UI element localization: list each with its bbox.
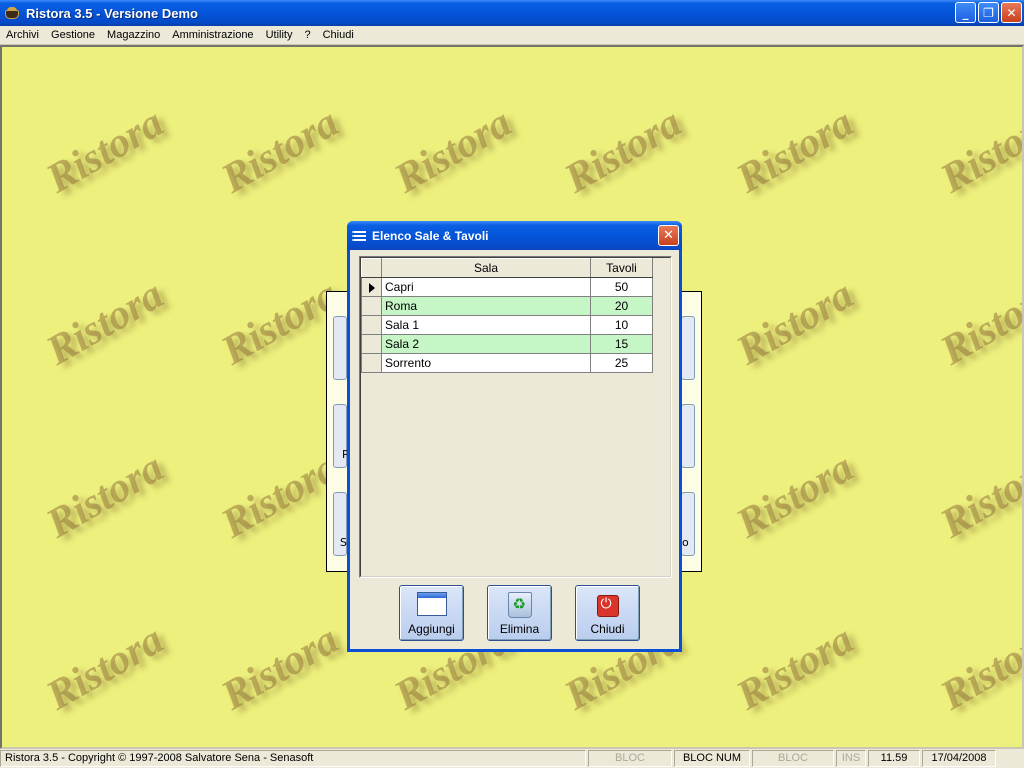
close-window-button[interactable]: ✕ (1001, 2, 1022, 23)
ristora-watermark: Ristora (213, 99, 347, 203)
menu-amministrazione[interactable]: Amministrazione (166, 29, 259, 41)
dialog-title-bar[interactable]: Elenco Sale & Tavoli ✕ (347, 221, 682, 250)
status-scroll-lock: BLOC SCORR (752, 750, 834, 768)
ristora-watermark: Ristora (932, 271, 1024, 375)
dialog-close-button[interactable]: ✕ (658, 225, 679, 246)
status-insert: INS (836, 750, 866, 767)
restore-button[interactable]: ❐ (978, 2, 999, 23)
app-icon[interactable] (4, 6, 20, 20)
background-tile-label: S (340, 536, 347, 549)
ristora-watermark: Ristora (932, 616, 1024, 720)
cell-tavoli[interactable]: 25 (590, 353, 653, 373)
status-caps-lock: BLOC MAIUSC (588, 750, 672, 768)
background-tile: S (333, 492, 347, 556)
ristora-watermark: Ristora (38, 444, 172, 548)
aggiungi-button[interactable]: Aggiungi (399, 585, 464, 641)
ristora-watermark: Ristora (728, 99, 862, 203)
window-title: Ristora 3.5 - Versione Demo (26, 5, 198, 21)
menu-utility[interactable]: Utility (260, 29, 299, 41)
table-row[interactable]: Capri 50 (361, 277, 653, 297)
row-indicator-header (361, 258, 382, 278)
cell-sala[interactable]: Sorrento (381, 353, 591, 373)
ristora-watermark: Ristora (728, 271, 862, 375)
sale-table: Sala Tavoli Capri 50 Roma 20 Sala 1 10 S… (361, 258, 653, 373)
dialog-title: Elenco Sale & Tavoli (372, 228, 489, 243)
status-bar: Ristora 3.5 - Copyright © 1997-2008 Salv… (0, 749, 1024, 768)
row-pointer-icon (368, 282, 375, 293)
menu-gestione[interactable]: Gestione (45, 29, 101, 41)
ristora-watermark: Ristora (38, 271, 172, 375)
title-bar: Ristora 3.5 - Versione Demo _ ❐ ✕ (0, 0, 1024, 26)
table-row[interactable]: Roma 20 (361, 296, 653, 316)
minimize-button[interactable]: _ (955, 2, 976, 23)
status-date: 17/04/2008 (922, 750, 996, 767)
row-indicator (361, 353, 382, 373)
cell-sala[interactable]: Sala 1 (381, 315, 591, 335)
background-tile (681, 316, 695, 380)
row-indicator (361, 334, 382, 354)
background-tile (681, 404, 695, 468)
ristora-watermark: Ristora (556, 99, 690, 203)
elimina-label: Elimina (499, 622, 540, 636)
column-header-sala[interactable]: Sala (381, 258, 591, 278)
ristora-watermark: Ristora (932, 99, 1024, 203)
background-tile-label: o (682, 536, 689, 549)
table-row[interactable]: Sala 1 10 (361, 315, 653, 335)
elimina-button[interactable]: Elimina (487, 585, 552, 641)
current-row-indicator (361, 277, 382, 297)
chiudi-label: Chiudi (590, 622, 625, 636)
background-tile: o (681, 492, 695, 556)
cell-tavoli[interactable]: 10 (590, 315, 653, 335)
table-row[interactable]: Sala 2 15 (361, 334, 653, 354)
row-indicator (361, 296, 382, 316)
aggiungi-label: Aggiungi (408, 622, 455, 636)
ristora-watermark: Ristora (38, 616, 172, 720)
table-row[interactable]: Sorrento 25 (361, 353, 653, 373)
menu-bar: Archivi Gestione Magazzino Amministrazio… (0, 26, 1024, 45)
status-copyright: Ristora 3.5 - Copyright © 1997-2008 Salv… (0, 750, 586, 767)
ristora-watermark: Ristora (386, 99, 520, 203)
ristora-watermark: Ristora (728, 444, 862, 548)
list-icon (352, 230, 366, 242)
cell-tavoli[interactable]: 15 (590, 334, 653, 354)
sale-grid[interactable]: Sala Tavoli Capri 50 Roma 20 Sala 1 10 S… (359, 256, 672, 578)
cell-tavoli[interactable]: 20 (590, 296, 653, 316)
column-header-tavoli[interactable]: Tavoli (590, 258, 653, 278)
status-time: 11.59 (868, 750, 920, 767)
ristora-watermark: Ristora (213, 616, 347, 720)
row-indicator (361, 315, 382, 335)
sale-tavoli-dialog: Elenco Sale & Tavoli ✕ Sala Tavoli Capri… (347, 221, 682, 652)
cell-tavoli[interactable]: 50 (590, 277, 653, 297)
menu-archivi[interactable]: Archivi (0, 29, 45, 41)
background-tile (333, 316, 347, 380)
ristora-watermark: Ristora (38, 99, 172, 203)
status-num-lock: BLOC NUM (674, 750, 750, 767)
background-tile: P (333, 404, 349, 468)
chiudi-button[interactable]: Chiudi (575, 585, 640, 641)
menu-help[interactable]: ? (298, 29, 316, 41)
recycle-bin-icon (507, 592, 532, 618)
ristora-watermark: Ristora (932, 444, 1024, 548)
cell-sala[interactable]: Roma (381, 296, 591, 316)
ristora-watermark: Ristora (728, 616, 862, 720)
menu-magazzino[interactable]: Magazzino (101, 29, 166, 41)
cell-sala[interactable]: Capri (381, 277, 591, 297)
menu-chiudi[interactable]: Chiudi (317, 29, 360, 41)
cell-sala[interactable]: Sala 2 (381, 334, 591, 354)
new-window-icon (416, 592, 447, 616)
power-icon (596, 595, 619, 617)
